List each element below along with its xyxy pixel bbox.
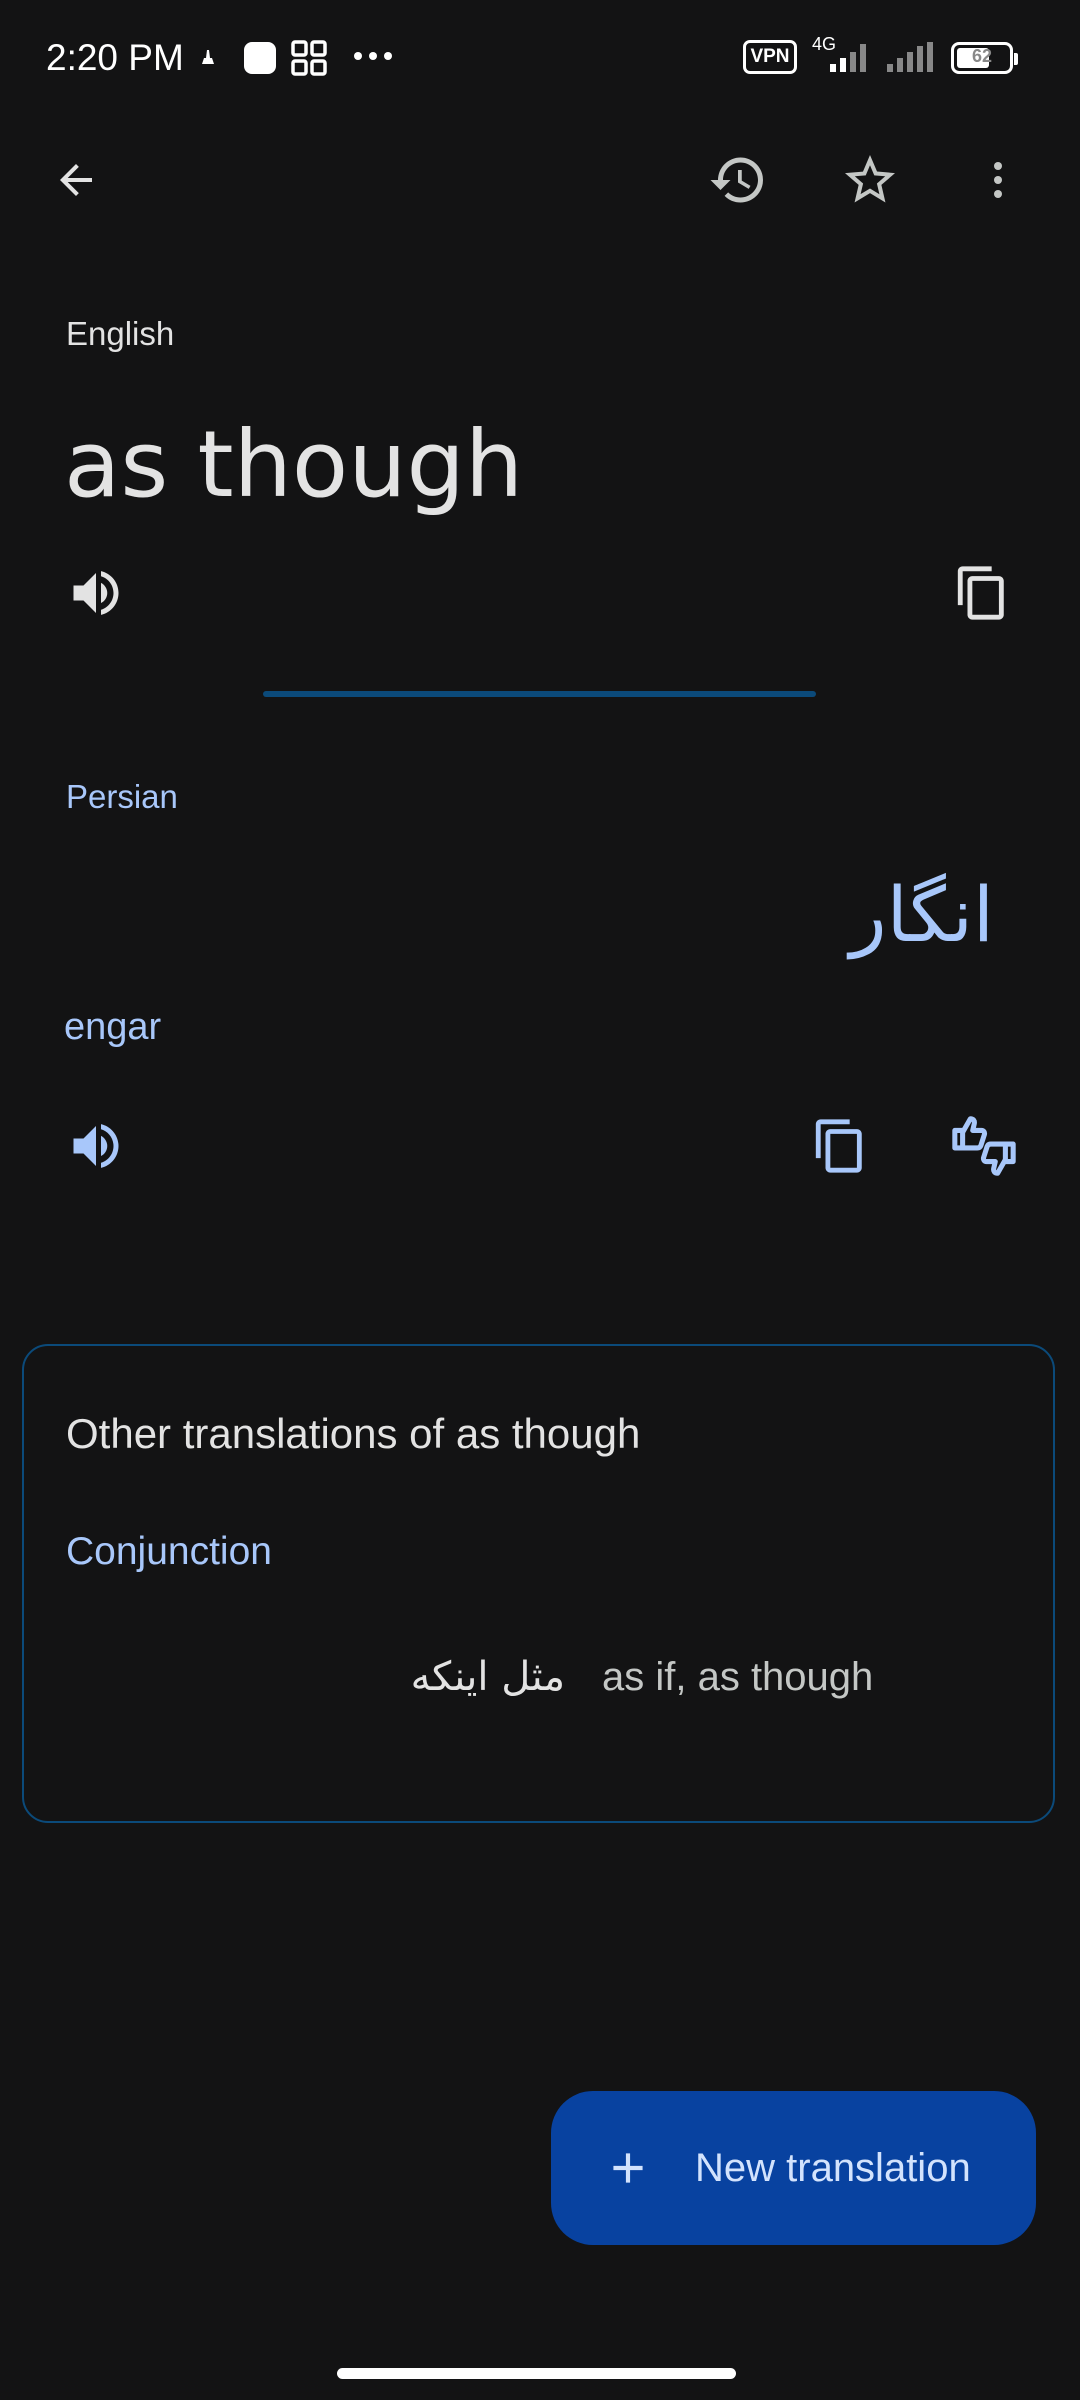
feedback-button[interactable] bbox=[936, 1098, 1032, 1194]
status-time: 2:20 PM bbox=[46, 37, 184, 78]
listen-source-button[interactable] bbox=[48, 545, 144, 641]
signal-icon-1 bbox=[808, 40, 878, 74]
star-outline-icon bbox=[845, 155, 895, 203]
app-notification-icon bbox=[242, 40, 278, 76]
transliteration: engar bbox=[64, 1006, 162, 1048]
copy-source-button[interactable] bbox=[934, 545, 1030, 641]
battery-level: 62 bbox=[971, 46, 993, 66]
section-divider bbox=[263, 691, 816, 697]
part-of-speech-label: Conjunction bbox=[66, 1530, 272, 1573]
history-button[interactable] bbox=[690, 132, 786, 228]
notification-icon bbox=[198, 46, 218, 68]
more-notifications-icon bbox=[353, 50, 393, 62]
target-language-label[interactable]: Persian bbox=[66, 775, 178, 819]
history-icon bbox=[710, 157, 763, 203]
other-translations-title: Other translations of as though bbox=[66, 1410, 641, 1457]
more-vert-icon bbox=[994, 162, 1002, 198]
translation-word[interactable]: مثل اینکه bbox=[411, 1651, 565, 1703]
more-options-button[interactable] bbox=[950, 132, 1046, 228]
source-language-label[interactable]: English bbox=[66, 312, 174, 356]
back-button[interactable] bbox=[28, 132, 124, 228]
vpn-icon: VPN bbox=[743, 40, 797, 74]
new-translation-button[interactable]: New translation bbox=[551, 2091, 1036, 2245]
battery-icon: 62 bbox=[951, 42, 1018, 74]
favorite-button[interactable] bbox=[822, 132, 918, 228]
vpn-label: VPN bbox=[750, 46, 790, 67]
new-translation-label: New translation bbox=[695, 2145, 971, 2190]
copy-translation-button[interactable] bbox=[792, 1098, 888, 1194]
grid-app-icon bbox=[291, 40, 327, 76]
thumbs-up-down-icon bbox=[952, 1116, 1016, 1176]
copy-icon bbox=[957, 566, 1004, 620]
copy-icon bbox=[815, 1119, 862, 1173]
signal-icon-2 bbox=[885, 40, 941, 74]
speaker-icon bbox=[73, 1124, 119, 1168]
home-gesture-bar[interactable] bbox=[337, 2368, 736, 2379]
back-translations: as if, as though bbox=[602, 1655, 874, 1699]
target-text[interactable]: انگار bbox=[850, 865, 994, 965]
arrow-back-icon bbox=[60, 164, 92, 196]
listen-target-button[interactable] bbox=[48, 1098, 144, 1194]
source-text[interactable]: as though bbox=[64, 405, 523, 525]
other-translations-card: Other translations of as though Conjunct… bbox=[22, 1344, 1055, 1823]
plus-icon bbox=[613, 2153, 643, 2183]
speaker-icon bbox=[73, 571, 119, 615]
